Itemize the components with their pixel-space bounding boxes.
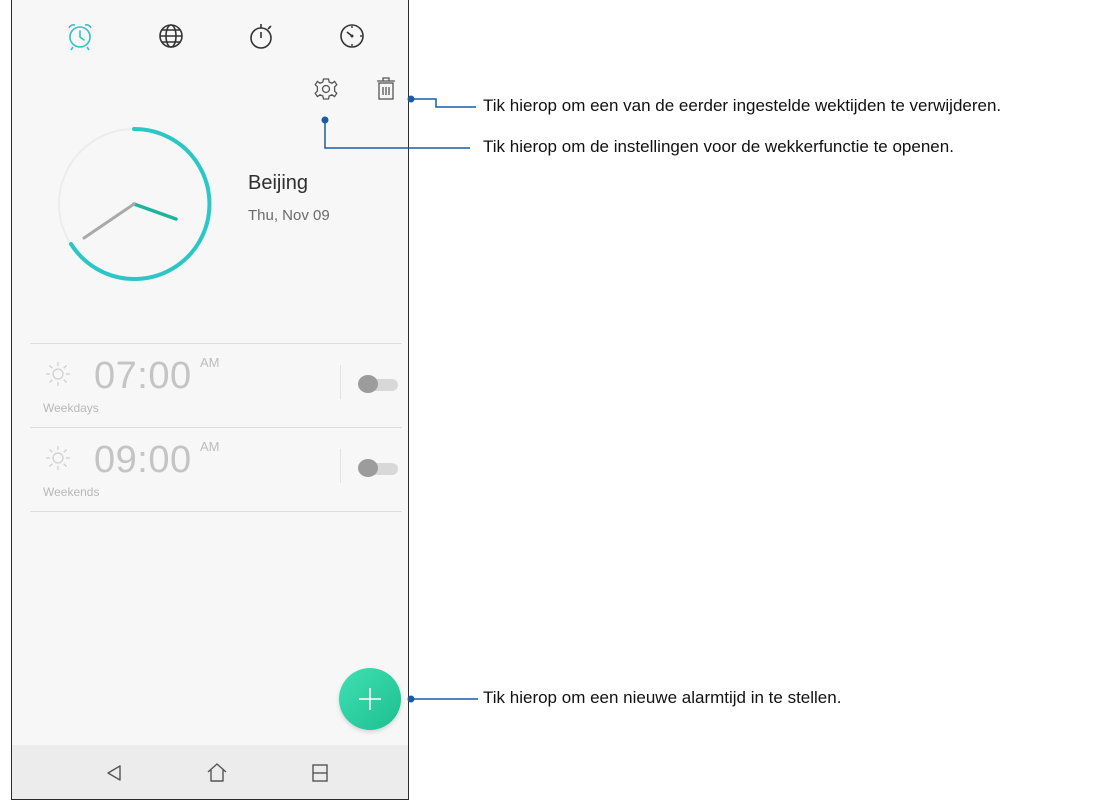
alarm-clock-icon — [68, 24, 92, 51]
timer-icon — [340, 24, 364, 48]
trash-icon — [377, 77, 395, 100]
hour-hand — [132, 202, 178, 221]
recents-button[interactable] — [306, 759, 334, 787]
alarm-time: 07:00 — [94, 355, 192, 397]
back-button[interactable] — [100, 759, 128, 787]
toggle-thumb — [358, 375, 378, 393]
navigation-bar — [12, 745, 408, 799]
alarm-time: 09:00 — [94, 439, 192, 481]
sun-icon — [46, 362, 70, 386]
stopwatch-icon — [250, 24, 272, 49]
separator — [340, 365, 341, 399]
toggle-thumb — [358, 459, 378, 477]
home-icon — [207, 763, 227, 782]
clock-progress-arc — [69, 126, 212, 281]
delete-button[interactable] — [370, 72, 402, 106]
tab-timer[interactable] — [336, 20, 368, 52]
minute-hand — [82, 202, 136, 240]
gear-icon — [314, 78, 338, 100]
alarm-ampm: AM — [200, 439, 220, 454]
add-callout-text: Tik hierop om een nieuwe alarmtijd in te… — [483, 688, 842, 707]
tab-bar — [12, 0, 408, 70]
recents-icon — [312, 764, 328, 782]
current-date: Thu, Nov 09 — [248, 207, 330, 224]
alarm-ampm: AM — [200, 355, 220, 370]
globe-icon — [159, 24, 183, 48]
tab-world-clock[interactable] — [155, 20, 187, 52]
delete-callout-text: Tik hierop om een van de eerder ingestel… — [483, 96, 1002, 115]
divider — [30, 511, 402, 512]
alarm-toggle[interactable] — [358, 459, 400, 477]
home-button[interactable] — [203, 759, 231, 787]
alarm-toggle[interactable] — [358, 375, 400, 393]
back-icon — [107, 765, 121, 781]
alarm-repeat-label: Weekends — [43, 485, 100, 499]
sun-icon — [46, 446, 70, 470]
add-alarm-button[interactable] — [339, 668, 401, 730]
tab-alarm[interactable] — [64, 20, 96, 52]
alarm-repeat-label: Weekdays — [43, 401, 99, 415]
plus-icon — [359, 688, 381, 710]
separator — [340, 449, 341, 483]
alarm-item[interactable]: 07:00 AM Weekdays — [30, 343, 402, 427]
settings-callout-text: Tik hierop om de instellingen voor de we… — [483, 137, 954, 156]
analog-clock — [58, 126, 212, 281]
delete-callout-line — [411, 98, 476, 108]
settings-button[interactable] — [310, 72, 342, 106]
tab-stopwatch[interactable] — [245, 20, 277, 52]
city-name: Beijing — [248, 172, 309, 194]
alarm-item[interactable]: 09:00 AM Weekends — [30, 427, 402, 511]
phone-screen: Beijing Thu, Nov 09 07:00 AM Weekdays 09… — [11, 0, 409, 800]
